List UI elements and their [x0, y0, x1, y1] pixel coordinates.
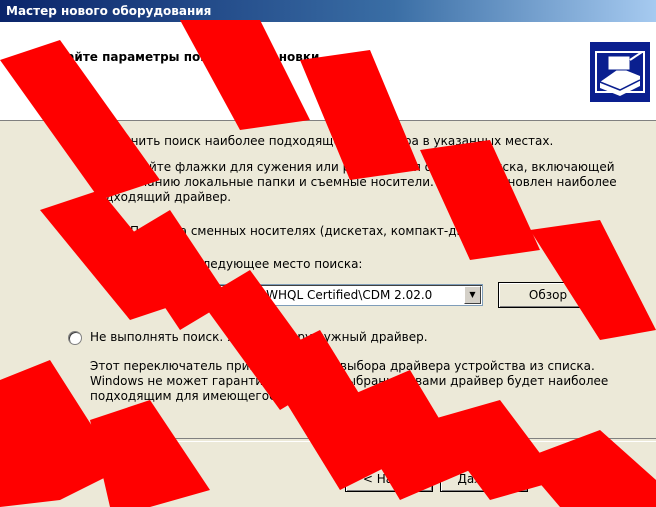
- removable-media-label[interactable]: Поиск на сменных носителях (дискетах, ко…: [130, 224, 509, 239]
- no-search-radio-label[interactable]: Не выполнять поиск. Я сам выберу нужный …: [90, 330, 428, 345]
- button-separator: [0, 438, 656, 442]
- no-search-description-line2: Windows не может гарантировать, что выбр…: [90, 374, 609, 388]
- browse-button[interactable]: Обзор: [498, 282, 598, 308]
- hardware-wizard-icon: [590, 42, 650, 102]
- wizard-header: Задайте параметры поиска и установки.: [0, 22, 656, 121]
- search-description-line1: Используйте флажки для сужения или расши…: [90, 160, 615, 174]
- options-panel: Выполнить поиск наиболее подходящего дра…: [0, 120, 656, 438]
- removable-media-checkbox[interactable]: [108, 225, 122, 239]
- window-title: Мастер нового оборудования: [0, 0, 656, 22]
- search-description-line3: подходящий драйвер.: [90, 190, 232, 204]
- search-radio-label[interactable]: Выполнить поиск наиболее подходящего дра…: [90, 134, 553, 149]
- include-location-checkbox[interactable]: ✔: [108, 258, 122, 272]
- include-location-label[interactable]: Включить следующее место поиска:: [130, 257, 362, 272]
- cancel-button[interactable]: Отмена: [550, 466, 638, 492]
- search-location-combobox[interactable]: D:\temp\CDM 2.02.04 WHQL Certified\CDM 2…: [128, 284, 483, 306]
- back-button[interactable]: < Назад: [345, 466, 433, 492]
- no-search-description-line1: Этот переключатель применяется для выбор…: [90, 359, 595, 373]
- dropdown-arrow-icon[interactable]: ▼: [464, 286, 481, 304]
- no-search-radio[interactable]: [68, 331, 82, 345]
- page-title: Задайте параметры поиска и установки.: [40, 50, 324, 64]
- search-radio[interactable]: [68, 135, 82, 149]
- search-location-value[interactable]: D:\temp\CDM 2.02.04 WHQL Certified\CDM 2…: [132, 288, 462, 302]
- next-button[interactable]: Далее >: [440, 466, 528, 492]
- no-search-description-line3: подходящим для имеющегося оборудования.: [90, 389, 381, 403]
- search-description-line2: по умолчанию локальные папки и съемные н…: [90, 175, 617, 189]
